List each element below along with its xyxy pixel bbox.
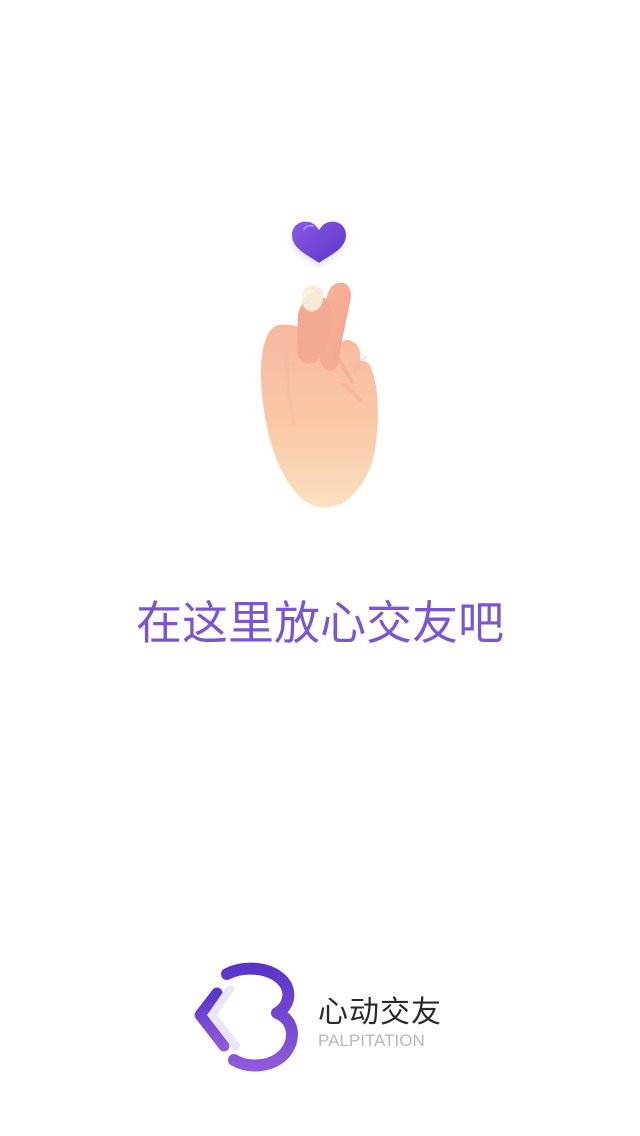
- brand-name: 心动交友: [318, 995, 442, 1030]
- finger-heart-hand-icon: [260, 221, 378, 508]
- heart-icon: [292, 221, 346, 263]
- splash-screen: 在这里放心交友吧 心动交友 PALPITATION: [0, 0, 640, 1136]
- brand-text-block: 心动交友 PALPITATION: [318, 996, 458, 1066]
- hero-illustration: [220, 205, 420, 525]
- brand-subtitle: PALPITATION: [318, 1031, 425, 1050]
- hand-illustration: [260, 282, 378, 508]
- palpitation-logo-icon: [190, 958, 300, 1078]
- splash-tagline: 在这里放心交友吧: [136, 596, 504, 650]
- brand-lockup: 心动交友 PALPITATION: [190, 958, 450, 1078]
